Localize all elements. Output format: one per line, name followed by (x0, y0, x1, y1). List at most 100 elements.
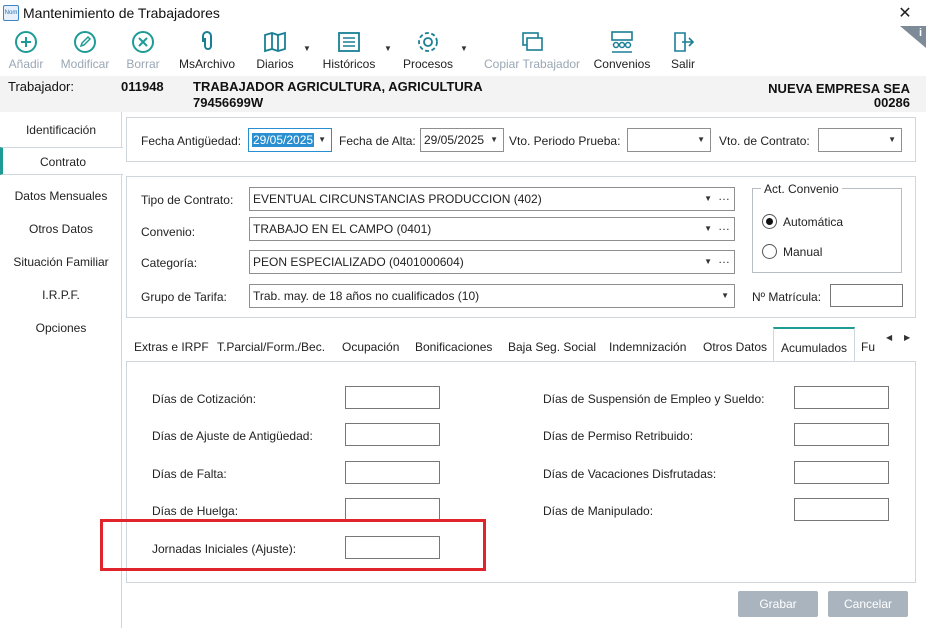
add-button[interactable]: Añadir (6, 30, 46, 71)
chevron-left-icon[interactable]: ◀ (886, 333, 892, 342)
tipo-contrato-select[interactable]: EVENTUAL CIRCUNSTANCIAS PRODUCCION (402)… (249, 187, 735, 211)
chevron-down-icon[interactable]: ▼ (490, 129, 498, 151)
cancelar-button[interactable]: Cancelar (828, 591, 908, 617)
tab-ocupacion[interactable]: Ocupación (342, 340, 399, 354)
salir-button[interactable]: Salir (666, 30, 700, 71)
company-code: 00286 (873, 95, 910, 110)
tab-fu[interactable]: Fu (861, 340, 875, 354)
grupo-tarifa-select[interactable]: Trab. may. de 18 años no cualificados (1… (249, 284, 735, 308)
grabar-button[interactable]: Grabar (738, 591, 818, 617)
add-label: Añadir (8, 57, 44, 71)
grupo-tarifa-label: Grupo de Tarifa: (141, 290, 227, 304)
prueba-date-field[interactable]: ▼ (627, 128, 711, 152)
convenios-button[interactable]: Convenios (592, 30, 652, 71)
exit-icon (674, 32, 695, 52)
antiguedad-value: 29/05/2025 (252, 133, 315, 147)
manual-radio[interactable] (762, 244, 777, 259)
delete-button[interactable]: Borrar (124, 30, 162, 71)
manual-label: Manual (783, 245, 823, 259)
dias-permiso-label: Días de Permiso Retribuido: (543, 429, 694, 443)
alta-date-field[interactable]: 29/05/2025 ▼ (420, 128, 504, 152)
chevron-down-icon[interactable]: ▼ (888, 129, 896, 151)
antiguedad-date-field[interactable]: 29/05/2025 ▼ (248, 128, 332, 152)
convenio-label: Convenio: (141, 225, 196, 239)
act-convenio-group (752, 188, 902, 273)
chevron-down-icon[interactable]: ▼ (721, 285, 729, 307)
sidebar-item-datos-mensuales[interactable]: Datos Mensuales (0, 182, 122, 210)
tab-indemnizacion[interactable]: Indemnización (609, 340, 686, 354)
dias-falta-input[interactable] (345, 461, 440, 484)
modify-button[interactable]: Modificar (58, 30, 112, 71)
dias-vacaciones-input[interactable] (794, 461, 889, 484)
tab-baja-seg-social[interactable]: Baja Seg. Social (508, 340, 596, 354)
group-icon (611, 31, 633, 53)
modify-label: Modificar (60, 57, 110, 71)
plus-circle-icon (15, 31, 37, 53)
copy-icon (522, 32, 543, 51)
convenio-value: TRABAJO EN EL CAMPO (0401) (253, 222, 432, 236)
dias-huelga-input[interactable] (345, 498, 440, 521)
dias-suspension-input[interactable] (794, 386, 889, 409)
historicos-dropdown-icon[interactable]: ▼ (384, 44, 392, 53)
automatica-label: Automática (783, 215, 844, 229)
pencil-icon (74, 31, 96, 53)
vto-contrato-label: Vto. de Contrato: (719, 134, 810, 148)
categoria-select[interactable]: PEON ESPECIALIZADO (0401000604) ▼… (249, 250, 735, 274)
grupo-tarifa-value: Trab. may. de 18 años no cualificados (1… (253, 289, 480, 303)
tab-tparcial[interactable]: T.Parcial/Form./Bec. (217, 340, 325, 354)
sidebar-item-otros-datos[interactable]: Otros Datos (0, 215, 122, 243)
copy-worker-button[interactable]: Copiar Trabajador (484, 30, 580, 71)
dias-ajuste-antiguedad-label: Días de Ajuste de Antigüedad: (152, 429, 313, 443)
chevron-down-icon[interactable]: ▼ (697, 129, 705, 151)
tab-extras-irpf[interactable]: Extras e IRPF (134, 340, 209, 354)
more-icon[interactable]: … (718, 251, 730, 270)
paperclip-icon (202, 31, 212, 50)
chevron-down-icon[interactable]: ▼ (704, 188, 712, 210)
dias-vacaciones-label: Días de Vacaciones Disfrutadas: (543, 467, 717, 481)
tab-otros-datos[interactable]: Otros Datos (703, 340, 767, 354)
dias-manipulado-label: Días de Manipulado: (543, 504, 654, 518)
tipo-contrato-value: EVENTUAL CIRCUNSTANCIAS PRODUCCION (402) (253, 192, 542, 206)
dias-cotizacion-input[interactable] (345, 386, 440, 409)
gear-icon (418, 32, 438, 52)
historicos-button[interactable]: Históricos (320, 30, 378, 71)
diarios-label: Diarios (256, 57, 294, 71)
x-circle-icon (132, 31, 154, 53)
chevron-right-icon[interactable]: ▶ (904, 333, 910, 342)
diarios-button[interactable]: Diarios (254, 30, 296, 71)
convenio-select[interactable]: TRABAJO EN EL CAMPO (0401) ▼ … (249, 217, 735, 241)
copy-worker-label: Copiar Trabajador (484, 57, 581, 71)
act-convenio-title: Act. Convenio (761, 182, 842, 196)
dias-manipulado-input[interactable] (794, 498, 889, 521)
book-icon (264, 31, 286, 53)
sidebar-item-contrato[interactable]: Contrato (0, 147, 123, 175)
list-icon (338, 32, 360, 52)
close-icon[interactable]: ✕ (896, 3, 914, 23)
dias-ajuste-antiguedad-input[interactable] (345, 423, 440, 446)
sidebar-item-identificacion[interactable]: Identificación (0, 116, 122, 144)
sidebar-item-situacion-familiar[interactable]: Situación Familiar (0, 248, 122, 276)
automatica-radio[interactable] (762, 214, 777, 229)
more-icon[interactable]: … (718, 218, 730, 237)
alta-label: Fecha de Alta: (339, 134, 416, 148)
sidebar-item-opciones[interactable]: Opciones (0, 314, 122, 342)
chevron-down-icon[interactable]: ▼ (704, 251, 712, 273)
worker-code: 011948 (121, 79, 164, 94)
matricula-input[interactable] (830, 284, 903, 307)
sidebar-item-irpf[interactable]: I.R.P.F. (0, 281, 122, 309)
dias-permiso-input[interactable] (794, 423, 889, 446)
msarchivo-button[interactable]: MsArchivo (176, 30, 238, 71)
convenios-label: Convenios (593, 57, 651, 71)
tab-bonificaciones[interactable]: Bonificaciones (415, 340, 492, 354)
tab-acumulados[interactable]: Acumulados (773, 327, 856, 362)
info-text: i (918, 27, 922, 39)
procesos-button[interactable]: Procesos (402, 30, 454, 71)
chevron-down-icon[interactable]: ▼ (318, 129, 326, 151)
diarios-dropdown-icon[interactable]: ▼ (303, 44, 311, 53)
procesos-dropdown-icon[interactable]: ▼ (460, 44, 468, 53)
dias-huelga-label: Días de Huelga: (152, 504, 239, 518)
more-icon[interactable]: … (718, 188, 730, 207)
vto-contrato-date-field[interactable]: ▼ (818, 128, 902, 152)
chevron-down-icon[interactable]: ▼ (704, 218, 712, 240)
dias-cotizacion-label: Días de Cotización: (152, 392, 257, 406)
